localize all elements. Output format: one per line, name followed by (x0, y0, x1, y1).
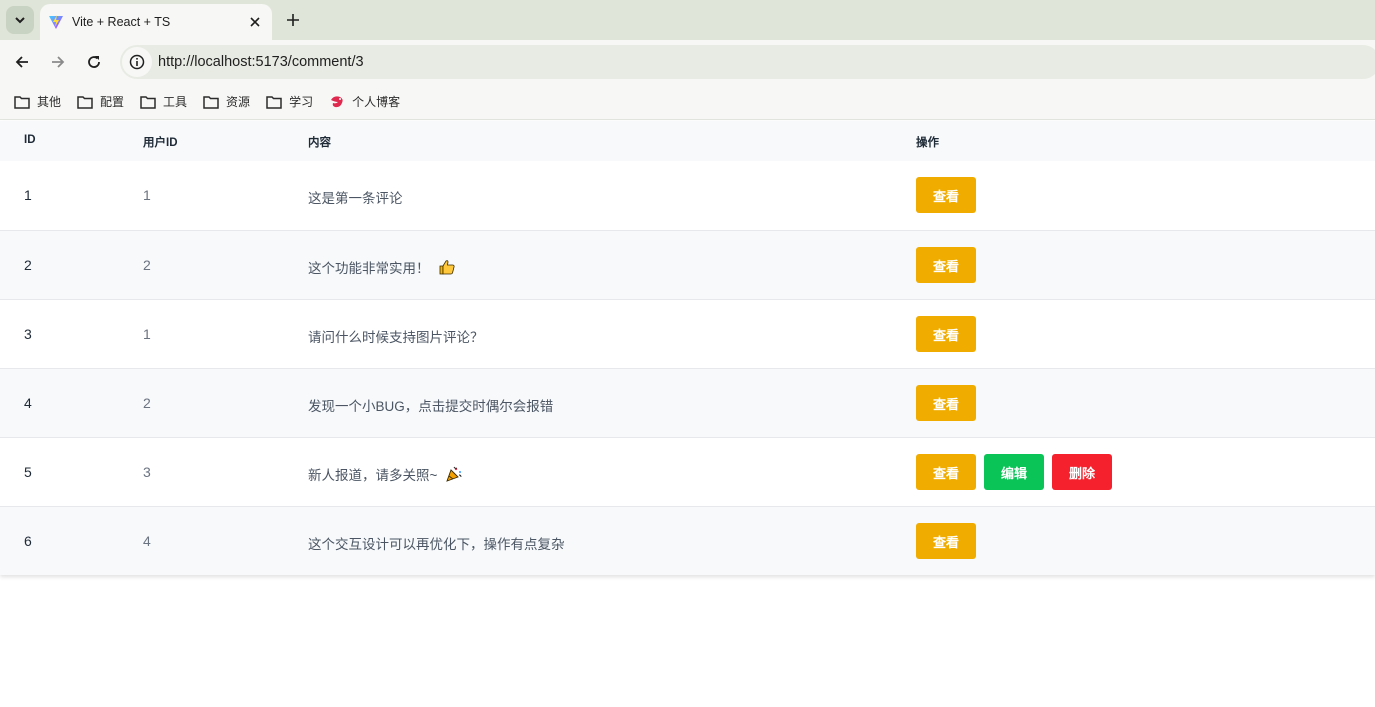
cell-content: 发现一个小BUG，点击提交时偶尔会报错 (308, 395, 553, 415)
bookmark-label: 工具 (163, 95, 188, 109)
content-text: 请问什么时候支持图片评论？ (308, 330, 484, 345)
bookmark-folder-config[interactable]: 配置 (71, 88, 130, 116)
table-row: 5 3 新人报道，请多关照~ 查看 编辑 删除 (0, 437, 1375, 506)
header-id: ID (24, 134, 36, 146)
cell-id: 3 (24, 326, 32, 342)
thumbs-up-icon (438, 258, 456, 276)
row-actions: 查看 (916, 247, 984, 283)
table-row: 6 4 这个交互设计可以再优化下，操作有点复杂 查看 (0, 506, 1375, 575)
plus-icon (287, 14, 299, 26)
header-actions: 操作 (916, 137, 939, 149)
reload-icon (88, 56, 100, 68)
comment-table: ID 用户ID 内容 操作 1 1 这是第一条评论 查看 2 2 这个功能非常实… (0, 121, 1375, 575)
new-tab-button[interactable] (282, 9, 304, 31)
party-popper-icon (445, 465, 463, 483)
header-user-id: 用户ID (143, 137, 178, 149)
bookmark-label: 资源 (226, 95, 251, 109)
view-button[interactable]: 查看 (916, 523, 976, 559)
url-text: http://localhost:5173/comment/3 (158, 54, 364, 70)
site-info-icon[interactable] (122, 47, 152, 77)
content-text: 这个功能非常实用！ (308, 261, 430, 276)
cell-id: 2 (24, 257, 32, 273)
address-bar[interactable]: http://localhost:5173/comment/3 (120, 45, 1375, 79)
cell-id: 6 (24, 533, 32, 549)
content-text: 这是第一条评论 (308, 191, 403, 206)
close-icon[interactable] (248, 15, 262, 29)
bookmark-blog[interactable]: 个人博客 (323, 88, 406, 116)
view-button[interactable]: 查看 (916, 177, 976, 213)
row-actions: 查看 (916, 523, 984, 559)
cell-content: 这是第一条评论 (308, 187, 403, 207)
edit-button[interactable]: 编辑 (984, 454, 1044, 490)
vite-logo-icon (48, 14, 64, 30)
cell-user-id: 4 (143, 533, 151, 549)
table-body: 1 1 这是第一条评论 查看 2 2 这个功能非常实用！ 查看 3 1 请问什么… (0, 161, 1375, 575)
table-row: 4 2 发现一个小BUG，点击提交时偶尔会报错 查看 (0, 368, 1375, 437)
arrow-right-icon (52, 56, 65, 68)
bookmark-label: 学习 (289, 95, 314, 109)
row-actions: 查看 (916, 385, 984, 421)
folder-icon (14, 94, 32, 110)
cell-content: 这个功能非常实用！ (308, 257, 456, 277)
bookmarks-bar: 其他 配置 工具 资源 学习 个人博客 (0, 84, 1375, 120)
delete-button[interactable]: 删除 (1052, 454, 1112, 490)
view-button[interactable]: 查看 (916, 247, 976, 283)
back-button[interactable] (11, 51, 33, 73)
table-row: 1 1 这是第一条评论 查看 (0, 161, 1375, 230)
table-row: 2 2 这个功能非常实用！ 查看 (0, 230, 1375, 299)
header-content: 内容 (308, 137, 331, 149)
cell-user-id: 3 (143, 464, 151, 480)
cell-content: 这个交互设计可以再优化下，操作有点复杂 (308, 533, 565, 553)
cell-content: 请问什么时候支持图片评论？ (308, 326, 484, 346)
table-header: ID 用户ID 内容 操作 (0, 121, 1375, 161)
folder-icon (203, 94, 221, 110)
bookmark-label: 配置 (100, 95, 125, 109)
cell-user-id: 2 (143, 395, 151, 411)
content-text: 这个交互设计可以再优化下，操作有点复杂 (308, 537, 565, 552)
row-actions: 查看 (916, 316, 984, 352)
content-text: 新人报道，请多关照~ (308, 468, 438, 483)
table-row: 3 1 请问什么时候支持图片评论？ 查看 (0, 299, 1375, 368)
blog-favicon-icon (329, 94, 347, 110)
bookmark-folder-tools[interactable]: 工具 (134, 88, 193, 116)
bookmark-folder-learning[interactable]: 学习 (260, 88, 319, 116)
forward-button[interactable] (47, 51, 69, 73)
browser-toolbar: http://localhost:5173/comment/3 (0, 40, 1375, 84)
row-actions: 查看 编辑 删除 (916, 454, 1120, 490)
cell-user-id: 1 (143, 326, 151, 342)
tab-title: Vite + React + TS (72, 15, 171, 29)
cell-id: 4 (24, 395, 32, 411)
view-button[interactable]: 查看 (916, 316, 976, 352)
tab-strip: Vite + React + TS (0, 0, 1375, 40)
cell-content: 新人报道，请多关照~ (308, 464, 463, 484)
tab-search-button[interactable] (6, 6, 34, 34)
reload-button[interactable] (83, 51, 105, 73)
folder-icon (140, 94, 158, 110)
view-button[interactable]: 查看 (916, 385, 976, 421)
cell-user-id: 2 (143, 257, 151, 273)
browser-tab[interactable]: Vite + React + TS (40, 4, 272, 40)
bookmark-label: 其他 (37, 95, 62, 109)
content-text: 发现一个小BUG，点击提交时偶尔会报错 (308, 399, 554, 414)
view-button[interactable]: 查看 (916, 454, 976, 490)
arrow-left-icon (15, 56, 28, 68)
cell-id: 1 (24, 187, 32, 203)
folder-icon (266, 94, 284, 110)
folder-icon (77, 94, 95, 110)
bookmark-label: 个人博客 (352, 95, 401, 109)
bookmark-folder-resources[interactable]: 资源 (197, 88, 256, 116)
chevron-down-icon (15, 17, 25, 24)
row-actions: 查看 (916, 177, 984, 213)
bookmark-folder-other[interactable]: 其他 (8, 88, 67, 116)
cell-id: 5 (24, 464, 32, 480)
cell-user-id: 1 (143, 187, 151, 203)
